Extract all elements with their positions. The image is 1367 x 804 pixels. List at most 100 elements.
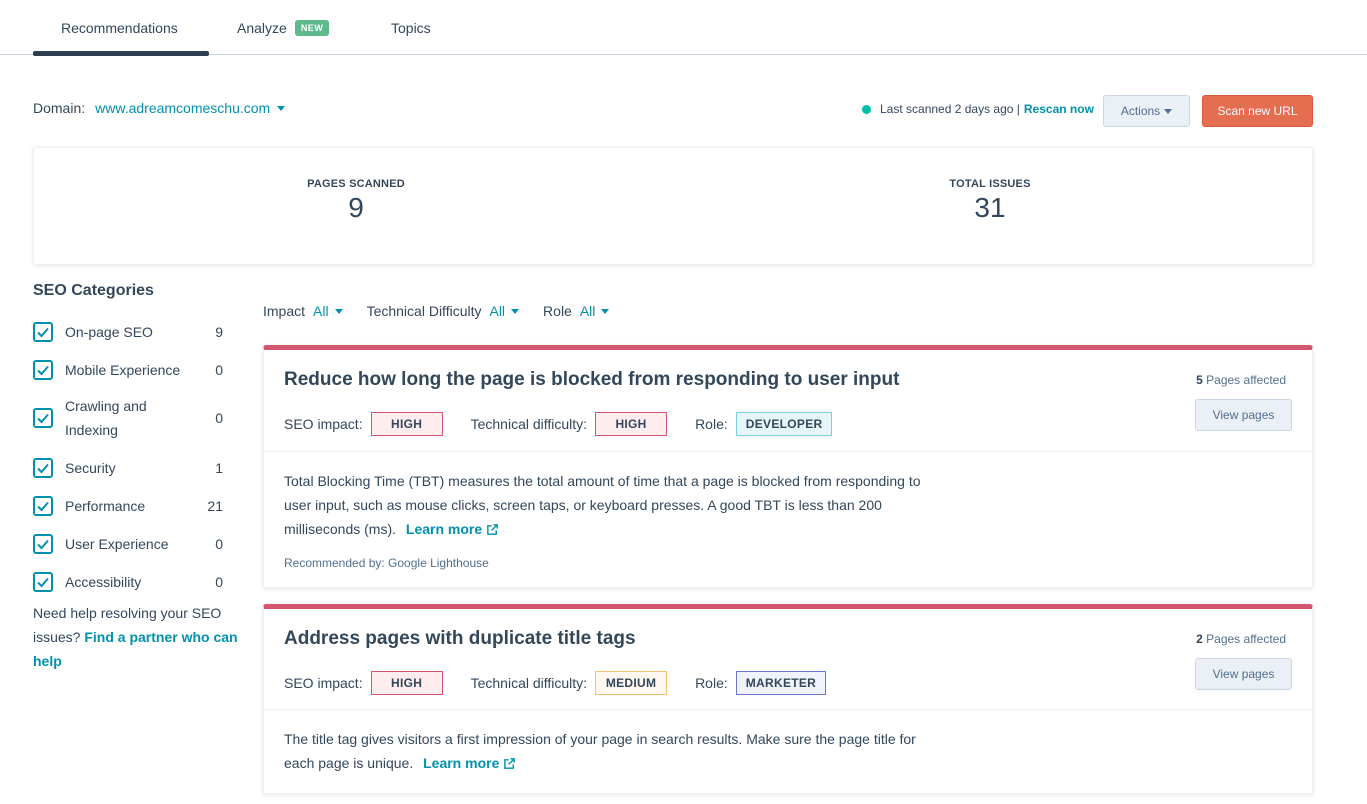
category-security[interactable]: Security 1 bbox=[33, 456, 223, 480]
issue-card: Address pages with duplicate title tags … bbox=[263, 604, 1313, 794]
role-filter: Role All bbox=[543, 303, 610, 319]
category-count: 0 bbox=[215, 362, 223, 378]
total-issues-value: 31 bbox=[974, 192, 1006, 223]
category-crawling-indexing[interactable]: Crawling and Indexing 0 bbox=[33, 394, 223, 442]
actions-label: Actions bbox=[1120, 104, 1161, 118]
category-count: 1 bbox=[215, 460, 223, 476]
checkbox-checked-icon[interactable] bbox=[33, 572, 53, 592]
tab-label: Topics bbox=[391, 19, 431, 36]
difficulty-label: Technical difficulty: bbox=[470, 675, 588, 691]
role-label: Role: bbox=[695, 675, 728, 691]
actions-button[interactable]: Actions bbox=[1103, 95, 1190, 127]
caret-down-icon bbox=[334, 308, 343, 314]
view-pages-button[interactable]: View pages bbox=[1195, 658, 1292, 690]
category-label: Crawling and Indexing bbox=[65, 398, 147, 438]
issue-tags: SEO impact: HIGH Technical difficulty: M… bbox=[284, 671, 854, 695]
help-text: Need help resolving your SEO issues? Fin… bbox=[33, 601, 243, 673]
tab-topics[interactable]: Topics bbox=[391, 0, 431, 55]
category-label: Performance bbox=[65, 498, 146, 514]
pages-scanned-label: PAGES SCANNED bbox=[307, 178, 405, 190]
role-tag: MARKETER bbox=[735, 671, 827, 695]
difficulty-label: Technical difficulty: bbox=[470, 416, 588, 432]
last-scanned-text: Last scanned 2 days ago | bbox=[880, 102, 1020, 116]
tab-recommendations[interactable]: Recommendations bbox=[61, 0, 178, 55]
caret-down-icon bbox=[277, 105, 286, 111]
issue-title: Address pages with duplicate title tags bbox=[284, 628, 636, 649]
pages-affected: 5 Pages affected bbox=[1196, 373, 1286, 387]
category-label: Accessibility bbox=[65, 574, 142, 590]
issue-card: Reduce how long the page is blocked from… bbox=[263, 345, 1313, 588]
role-tag: DEVELOPER bbox=[735, 412, 833, 436]
difficulty-filter-value: All bbox=[489, 303, 506, 319]
domain-dropdown[interactable]: www.adreamcomeschu.com bbox=[95, 100, 286, 116]
seo-categories-sidebar: SEO Categories On-page SEO 9 Mobile Expe… bbox=[33, 282, 238, 669]
category-count: 21 bbox=[207, 498, 223, 514]
role-filter-dropdown[interactable]: All bbox=[580, 303, 610, 319]
category-label: Mobile Experience bbox=[65, 362, 181, 378]
category-on-page-seo[interactable]: On-page SEO 9 bbox=[33, 320, 223, 344]
filter-bar: Impact All Technical Difficulty All Role… bbox=[263, 303, 633, 319]
checkbox-checked-icon[interactable] bbox=[33, 408, 53, 428]
pages-affected: 2 Pages affected bbox=[1196, 632, 1286, 646]
learn-more-link[interactable]: Learn more bbox=[406, 517, 499, 541]
issue-description: The title tag gives visitors a first imp… bbox=[284, 727, 944, 775]
status-dot-icon bbox=[862, 104, 871, 114]
role-label: Role: bbox=[695, 416, 728, 432]
domain-selector-row: Domain: www.adreamcomeschu.com bbox=[33, 100, 286, 116]
caret-down-icon bbox=[1164, 108, 1173, 114]
view-pages-button[interactable]: View pages bbox=[1195, 399, 1292, 431]
category-count: 9 bbox=[215, 324, 223, 340]
new-badge: NEW bbox=[294, 19, 330, 36]
pages-scanned-value: 9 bbox=[348, 192, 364, 223]
checkbox-checked-icon[interactable] bbox=[33, 322, 53, 342]
rescan-now-link[interactable]: Rescan now bbox=[1024, 102, 1094, 116]
sidebar-title: SEO Categories bbox=[33, 282, 154, 299]
learn-more-label: Learn more bbox=[423, 755, 500, 771]
difficulty-filter-dropdown[interactable]: All bbox=[489, 303, 520, 319]
impact-filter-dropdown[interactable]: All bbox=[313, 303, 343, 319]
seo-impact-tag: HIGH bbox=[370, 671, 443, 695]
description-text: The title tag gives visitors a first imp… bbox=[284, 731, 916, 771]
category-label: User Experience bbox=[65, 536, 169, 552]
difficulty-filter-label: Technical Difficulty bbox=[366, 303, 482, 319]
tab-label: Recommendations bbox=[61, 19, 178, 36]
total-issues-label: TOTAL ISSUES bbox=[949, 178, 1031, 190]
impact-filter-label: Impact bbox=[263, 303, 306, 319]
pages-scanned-stat: PAGES SCANNED 9 bbox=[276, 178, 436, 224]
category-label: Security bbox=[65, 460, 116, 476]
domain-label: Domain: bbox=[33, 100, 86, 116]
learn-more-link[interactable]: Learn more bbox=[423, 751, 516, 775]
tab-label: Analyze bbox=[237, 19, 287, 36]
category-count: 0 bbox=[215, 410, 223, 426]
difficulty-filter: Technical Difficulty All bbox=[366, 303, 520, 319]
role-filter-label: Role bbox=[543, 303, 572, 319]
issue-tags: SEO impact: HIGH Technical difficulty: H… bbox=[284, 412, 860, 436]
pages-affected-label: Pages affected bbox=[1206, 373, 1286, 387]
category-performance[interactable]: Performance 21 bbox=[33, 494, 223, 518]
category-accessibility[interactable]: Accessibility 0 bbox=[33, 570, 223, 594]
learn-more-label: Learn more bbox=[405, 521, 483, 537]
card-divider bbox=[264, 709, 1312, 710]
external-link-icon bbox=[504, 757, 516, 769]
issue-title: Reduce how long the page is blocked from… bbox=[284, 369, 900, 390]
difficulty-tag: HIGH bbox=[595, 412, 668, 436]
domain-value: www.adreamcomeschu.com bbox=[95, 100, 271, 116]
pages-affected-count: 2 bbox=[1196, 632, 1203, 646]
total-issues-stat: TOTAL ISSUES 31 bbox=[910, 178, 1070, 224]
card-divider bbox=[264, 451, 1312, 452]
role-filter-value: All bbox=[579, 303, 596, 319]
seo-impact-tag: HIGH bbox=[370, 412, 443, 436]
difficulty-tag: MEDIUM bbox=[595, 671, 668, 695]
caret-down-icon bbox=[601, 308, 610, 314]
checkbox-checked-icon[interactable] bbox=[33, 496, 53, 516]
seo-impact-label: SEO impact: bbox=[284, 675, 363, 691]
scan-status: Last scanned 2 days ago | Rescan now bbox=[862, 102, 1094, 116]
checkbox-checked-icon[interactable] bbox=[33, 360, 53, 380]
category-mobile-experience[interactable]: Mobile Experience 0 bbox=[33, 358, 223, 382]
checkbox-checked-icon[interactable] bbox=[33, 534, 53, 554]
tab-analyze[interactable]: Analyze NEW bbox=[237, 0, 330, 55]
checkbox-checked-icon[interactable] bbox=[33, 458, 53, 478]
caret-down-icon bbox=[511, 308, 520, 314]
category-user-experience[interactable]: User Experience 0 bbox=[33, 532, 223, 556]
scan-new-url-button[interactable]: Scan new URL bbox=[1202, 95, 1313, 127]
